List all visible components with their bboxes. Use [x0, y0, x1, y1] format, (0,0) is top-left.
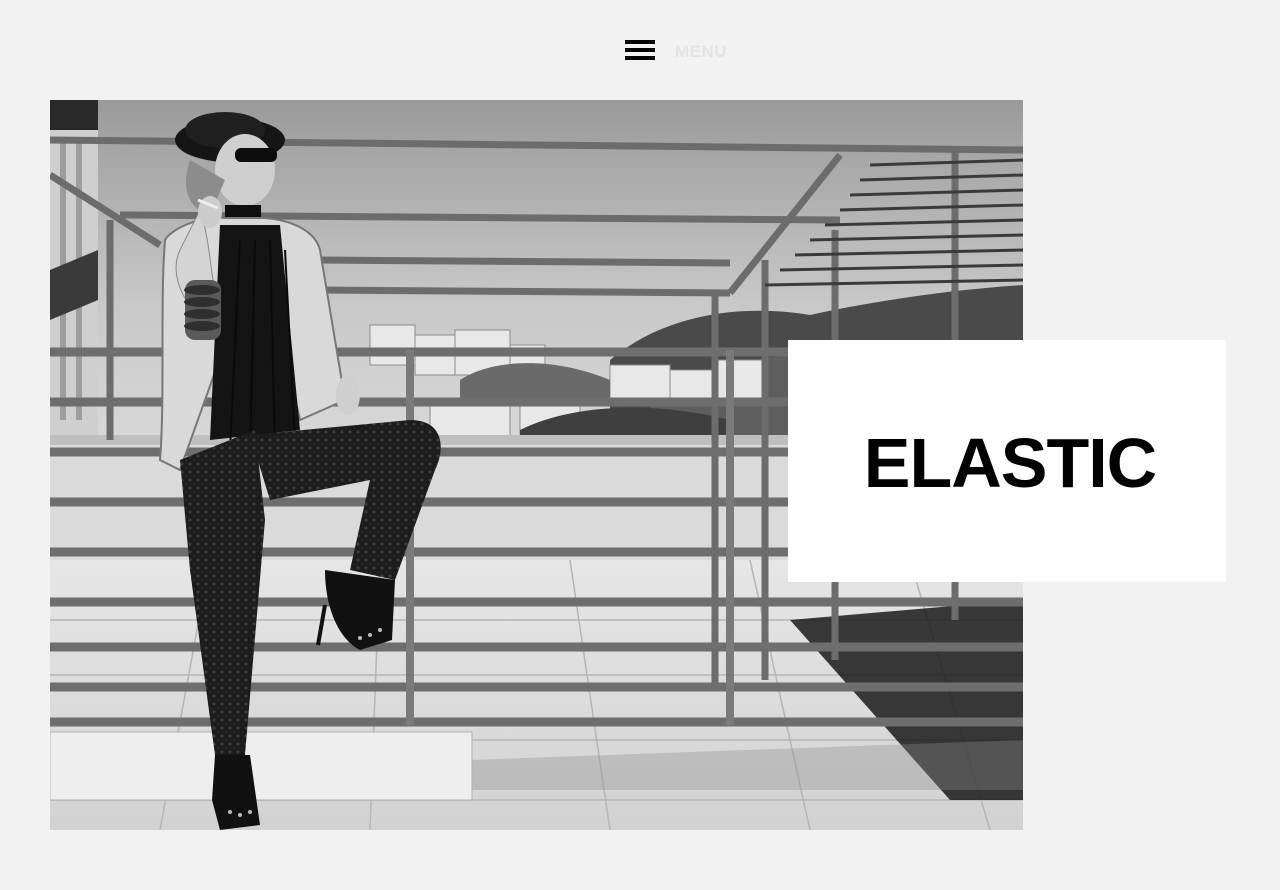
menu-label[interactable]: MENU [675, 42, 727, 62]
menu-toggle-button[interactable]: MENU [625, 39, 727, 63]
hamburger-icon[interactable] [625, 39, 655, 63]
page: MENU ELASTIC [0, 0, 1280, 890]
title-card: ELASTIC [788, 340, 1226, 582]
site-title[interactable]: ELASTIC [864, 423, 1157, 503]
